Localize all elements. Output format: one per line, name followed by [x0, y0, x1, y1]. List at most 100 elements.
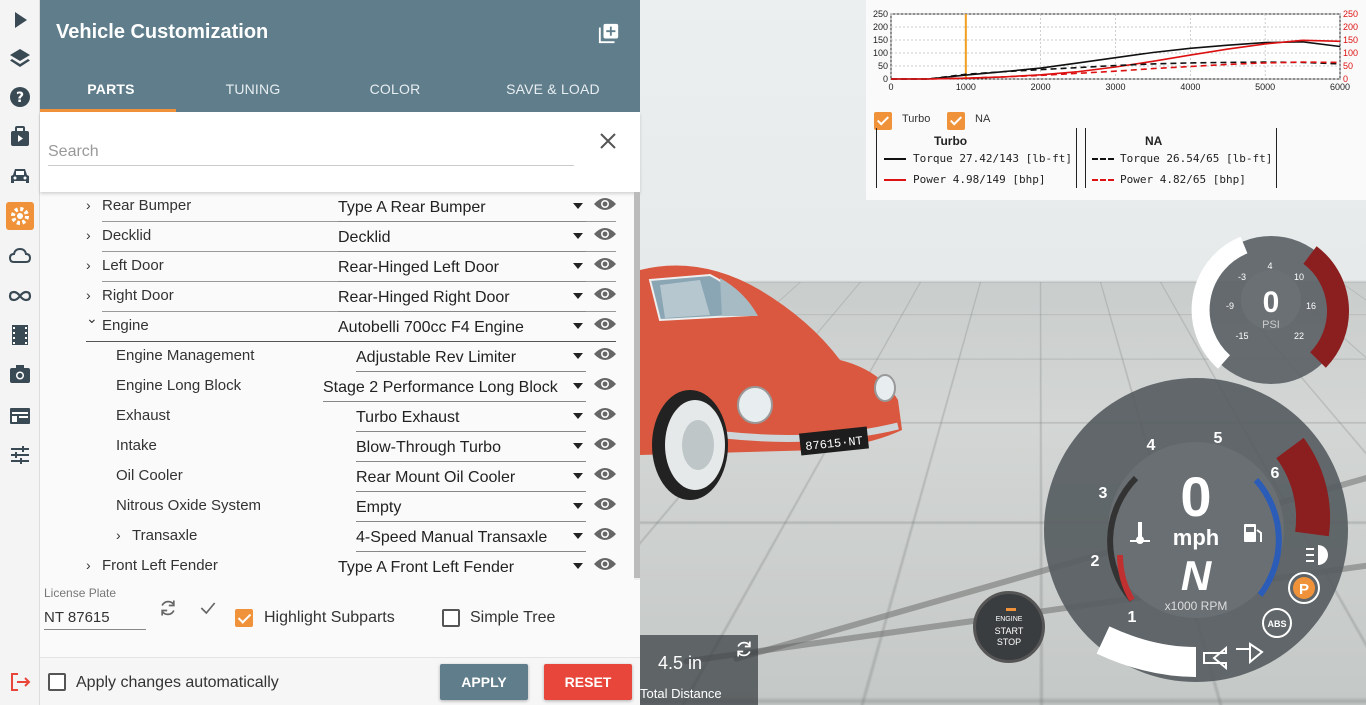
chevron-down-icon[interactable]: ⌄ [86, 310, 98, 326]
add-box-icon[interactable] [598, 22, 620, 44]
caret-down-icon[interactable] [573, 263, 583, 269]
part-select[interactable]: 4-Speed Manual Transaxle [356, 528, 586, 552]
part-select[interactable]: Autobelli 700cc F4 Engine [338, 318, 586, 342]
legend-turbo-power-swatch [884, 179, 906, 181]
highlight-subparts-checkbox[interactable] [235, 609, 253, 627]
part-select[interactable]: Rear Mount Oil Cooler [356, 468, 586, 492]
part-row[interactable]: Engine Management Adjustable Rev Limiter [40, 342, 634, 372]
exit-icon[interactable] [6, 668, 34, 696]
layout-icon[interactable] [6, 402, 34, 430]
camera-icon[interactable] [6, 360, 34, 388]
license-plate-label: License Plate [44, 586, 117, 600]
part-select[interactable]: Decklid [338, 228, 586, 252]
caret-down-icon[interactable] [573, 383, 583, 389]
play-icon[interactable] [6, 6, 34, 34]
close-icon[interactable] [599, 132, 617, 150]
apply-auto-checkbox[interactable] [48, 673, 66, 691]
caret-down-icon[interactable] [573, 533, 583, 539]
caret-down-icon[interactable] [573, 353, 583, 359]
part-select[interactable]: Type A Rear Bumper [338, 198, 586, 222]
x-tick: 4000 [1180, 82, 1200, 92]
part-select[interactable]: Stage 2 Performance Long Block [323, 378, 586, 402]
caret-down-icon[interactable] [573, 413, 583, 419]
visibility-eye-icon[interactable] [593, 376, 617, 392]
na-checkbox[interactable] [947, 112, 965, 130]
chevron-right-icon[interactable]: › [86, 197, 98, 213]
chevron-right-icon[interactable]: › [86, 227, 98, 243]
scrollbar-thumb[interactable] [634, 192, 640, 578]
part-select[interactable]: Type A Front Left Fender [338, 558, 586, 580]
chevron-right-icon[interactable]: › [116, 527, 128, 543]
caret-down-icon[interactable] [573, 503, 583, 509]
part-select[interactable]: Empty [356, 498, 586, 522]
tab-save-load[interactable]: SAVE & LOAD [466, 70, 640, 112]
caret-down-icon[interactable] [573, 293, 583, 299]
part-row[interactable]: Intake Blow-Through Turbo [40, 432, 634, 462]
visibility-eye-icon[interactable] [593, 556, 617, 572]
engine-start-stop-button[interactable]: ENGINE START STOP [973, 591, 1045, 663]
chevron-right-icon[interactable]: › [86, 557, 98, 573]
layers-icon[interactable] [6, 44, 34, 72]
part-row[interactable]: › Front Left Fender Type A Front Left Fend… [40, 552, 634, 580]
visibility-eye-icon[interactable] [593, 466, 617, 482]
part-select[interactable]: Rear-Hinged Left Door [338, 258, 586, 282]
visibility-eye-icon[interactable] [593, 406, 617, 422]
apply-button[interactable]: APPLY [440, 664, 528, 700]
part-row[interactable]: › Transaxle 4-Speed Manual Transaxle [40, 522, 634, 552]
simple-tree-checkbox[interactable] [442, 609, 460, 627]
infinity-icon[interactable] [6, 282, 34, 310]
visibility-eye-icon[interactable] [593, 436, 617, 452]
part-row[interactable]: Oil Cooler Rear Mount Oil Cooler [40, 462, 634, 492]
search-bar [40, 112, 640, 192]
reset-distance-icon[interactable] [734, 639, 754, 659]
chevron-right-icon[interactable]: › [86, 287, 98, 303]
caret-down-icon[interactable] [573, 443, 583, 449]
part-row[interactable]: › Decklid Decklid [40, 222, 634, 252]
visibility-eye-icon[interactable] [593, 346, 617, 362]
cloud-icon[interactable] [6, 242, 34, 270]
na-checkbox-label: NA [975, 113, 991, 125]
part-row[interactable]: › Left Door Rear-Hinged Left Door [40, 252, 634, 282]
x-tick: 6000 [1330, 82, 1350, 92]
visibility-eye-icon[interactable] [593, 226, 617, 242]
caret-down-icon[interactable] [573, 203, 583, 209]
part-row[interactable]: Exhaust Turbo Exhaust [40, 402, 634, 432]
tab-color[interactable]: COLOR [324, 70, 466, 112]
part-row[interactable]: Nitrous Oxide System Empty [40, 492, 634, 522]
part-row[interactable]: › Right Door Rear-Hinged Right Door [40, 282, 634, 312]
visibility-eye-icon[interactable] [593, 196, 617, 212]
gear-icon[interactable] [6, 202, 34, 230]
visibility-eye-icon[interactable] [593, 256, 617, 272]
refresh-icon[interactable] [158, 598, 178, 618]
license-plate-input[interactable] [44, 606, 146, 630]
sliders-icon[interactable] [6, 441, 34, 469]
panel-title: Vehicle Customization [56, 21, 269, 43]
tab-tuning[interactable]: TUNING [182, 70, 324, 112]
chevron-right-icon[interactable]: › [86, 257, 98, 273]
reset-button[interactable]: RESET [544, 664, 632, 700]
parts-scrollbar[interactable] [634, 192, 640, 580]
part-select[interactable]: Turbo Exhaust [356, 408, 586, 432]
caret-down-icon[interactable] [573, 233, 583, 239]
search-input[interactable] [48, 138, 574, 166]
visibility-eye-icon[interactable] [593, 316, 617, 332]
checkmark-icon[interactable] [198, 598, 218, 618]
caret-down-icon[interactable] [573, 323, 583, 329]
visibility-eye-icon[interactable] [593, 526, 617, 542]
part-select[interactable]: Rear-Hinged Right Door [338, 288, 586, 312]
caret-down-icon[interactable] [573, 563, 583, 569]
mission-icon[interactable] [6, 123, 34, 151]
part-select[interactable]: Adjustable Rev Limiter [356, 348, 586, 372]
tab-parts[interactable]: PARTS [40, 70, 182, 112]
caret-down-icon[interactable] [573, 473, 583, 479]
part-row[interactable]: Engine Long Block Stage 2 Performance Lon… [40, 372, 634, 402]
help-icon[interactable]: ? [6, 83, 34, 111]
part-row[interactable]: › Rear Bumper Type A Rear Bumper [40, 192, 634, 222]
x-tick: 5000 [1255, 82, 1275, 92]
vehicle-icon[interactable] [6, 162, 34, 190]
visibility-eye-icon[interactable] [593, 496, 617, 512]
film-icon[interactable] [6, 321, 34, 349]
visibility-eye-icon[interactable] [593, 286, 617, 302]
part-row[interactable]: ⌄ Engine Autobelli 700cc F4 Engine [40, 310, 634, 342]
part-select[interactable]: Blow-Through Turbo [356, 438, 586, 462]
